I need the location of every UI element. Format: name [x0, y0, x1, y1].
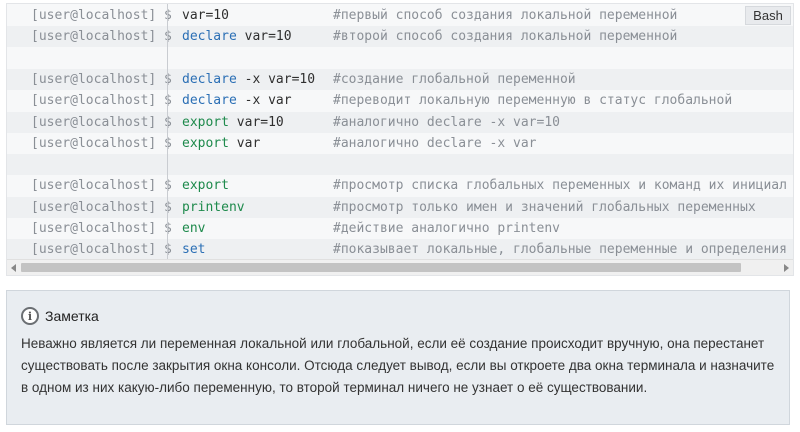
prompt: [user@localhost] $ [31, 242, 172, 258]
command-args: -x var [236, 93, 292, 109]
command: set [182, 239, 205, 260]
command: env [182, 218, 205, 239]
command: declare -x var=10 [182, 69, 315, 90]
prompt: [user@localhost] $ [31, 29, 172, 45]
prompt: [user@localhost] $ [31, 135, 172, 151]
prompt: [user@localhost] $ [31, 8, 172, 23]
prompt: [user@localhost] $ [31, 221, 172, 236]
scrollbar-thumb[interactable] [21, 263, 741, 272]
prompt: [user@localhost] $ [31, 178, 172, 194]
language-badge: Bash [745, 6, 791, 25]
command-keyword: printenv [182, 199, 245, 215]
prompt: [user@localhost] $ [31, 199, 172, 215]
scroll-left-arrow-icon[interactable] [11, 264, 16, 272]
command-keyword: declare [182, 71, 237, 87]
command-args: var=10 [228, 114, 284, 130]
comment: #аналогично declare -x var=10 [333, 114, 560, 130]
comment: #второй способ создания локальной переме… [333, 29, 678, 45]
command-args: var=10 [236, 29, 292, 45]
comment: #первый способ создания локальной переме… [333, 8, 678, 23]
comment: #показывает локальные, глобальные переме… [333, 242, 787, 258]
comment: #просмотр списка глобальных переменных и… [333, 178, 787, 194]
code-line: [user@localhost] $ export var #аналогично … [7, 133, 793, 154]
comment: #аналогично declare -x var [333, 135, 537, 151]
note-header: i Заметка [21, 305, 775, 327]
command: declare var=10 [182, 26, 292, 47]
command-keyword: env [182, 221, 206, 236]
command-keyword: set [182, 242, 206, 258]
code-line: [user@localhost] $ env #действие аналогичн… [7, 218, 793, 239]
gutter-divider [167, 4, 168, 259]
command-keyword: declare [182, 93, 237, 109]
command-keyword: export [182, 114, 229, 130]
code-line: [user@localhost] $ export #просмотр списка… [7, 175, 793, 196]
code-line: [user@localhost] $ declare var=10 #второй … [7, 26, 793, 48]
info-icon: i [21, 307, 39, 325]
prompt: [user@localhost] $ [31, 93, 172, 109]
code-line: [user@localhost] $ declare -x var #перевод… [7, 90, 793, 111]
command-args: var=10 [182, 8, 229, 23]
horizontal-scrollbar[interactable] [7, 259, 793, 275]
comment: #действие аналогично printenv [333, 221, 560, 236]
code-line: [user@localhost] $ var=10 #первый способ с… [7, 5, 793, 26]
command-keyword: export [182, 135, 229, 151]
code-block: [user@localhost] $ var=10 #первый способ с… [6, 3, 794, 276]
code-line: [user@localhost] $ printenv #просмотр толь… [7, 196, 793, 218]
note-body: Неважно является ли переменная локальной… [21, 336, 775, 395]
note-box: i Заметка Неважно является ли переменная… [6, 290, 790, 425]
command: export var=10 [182, 112, 284, 133]
command-keyword: declare [182, 29, 237, 45]
prompt: [user@localhost] $ [31, 71, 172, 87]
command-keyword: export [182, 178, 229, 194]
command: export [182, 175, 229, 196]
code-line [7, 154, 793, 176]
comment: #переводит локальную переменную в статус… [333, 93, 733, 109]
scroll-right-arrow-icon[interactable] [784, 264, 789, 272]
command: declare -x var [182, 90, 292, 111]
command-args: var [228, 135, 261, 151]
code-line: [user@localhost] $ export var=10 #аналогич… [7, 111, 793, 133]
code-line: [user@localhost] $ declare -x var=10 #созд… [7, 68, 793, 90]
command: var=10 [182, 5, 229, 26]
comment: #создание глобальной переменной [333, 71, 576, 87]
comment: #просмотр только имен и значений глобаль… [333, 199, 756, 215]
code-line: [user@localhost] $ set #показывает локальн… [7, 239, 793, 261]
note-title: Заметка [45, 308, 99, 324]
command: export var [182, 133, 260, 154]
command-args: -x var=10 [236, 71, 316, 87]
command: printenv [182, 197, 245, 218]
prompt: [user@localhost] $ [31, 114, 172, 130]
